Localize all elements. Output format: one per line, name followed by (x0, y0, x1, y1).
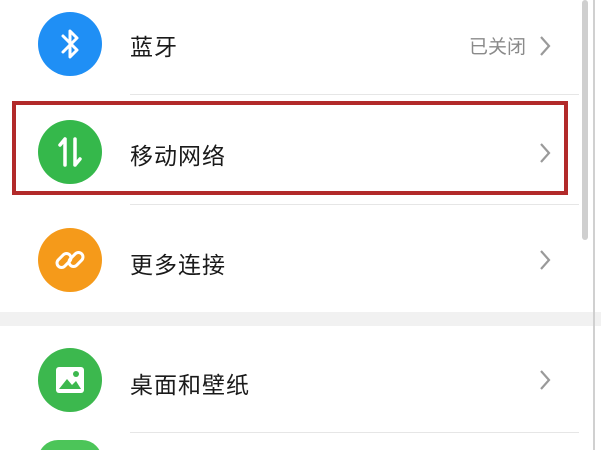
bluetooth-status: 已关闭 (468, 36, 526, 58)
chevron-right-icon (540, 250, 551, 270)
link-icon (38, 228, 102, 292)
next-item-icon-partial (38, 440, 102, 450)
screen-edge (593, 0, 595, 450)
chevron-right-icon (540, 36, 551, 56)
scrollbar[interactable] (582, 0, 588, 240)
chevron-right-icon (540, 370, 551, 390)
highlight-box (12, 101, 568, 195)
settings-item-more-connections[interactable]: 更多连接 (0, 210, 580, 310)
settings-item-label: 蓝牙 (130, 35, 178, 61)
divider (130, 432, 579, 433)
divider (130, 204, 579, 205)
section-separator (0, 312, 601, 326)
image-icon (38, 348, 102, 412)
settings-screen: 蓝牙 已关闭 移动网络 更多连接 桌面和壁纸 (0, 0, 601, 450)
bluetooth-icon (38, 12, 102, 76)
settings-item-label: 更多连接 (130, 253, 226, 279)
settings-item-bluetooth[interactable]: 蓝牙 已关闭 (0, 0, 580, 100)
divider (130, 94, 579, 95)
settings-item-wallpaper[interactable]: 桌面和壁纸 (0, 330, 580, 430)
settings-item-label: 桌面和壁纸 (130, 373, 250, 399)
